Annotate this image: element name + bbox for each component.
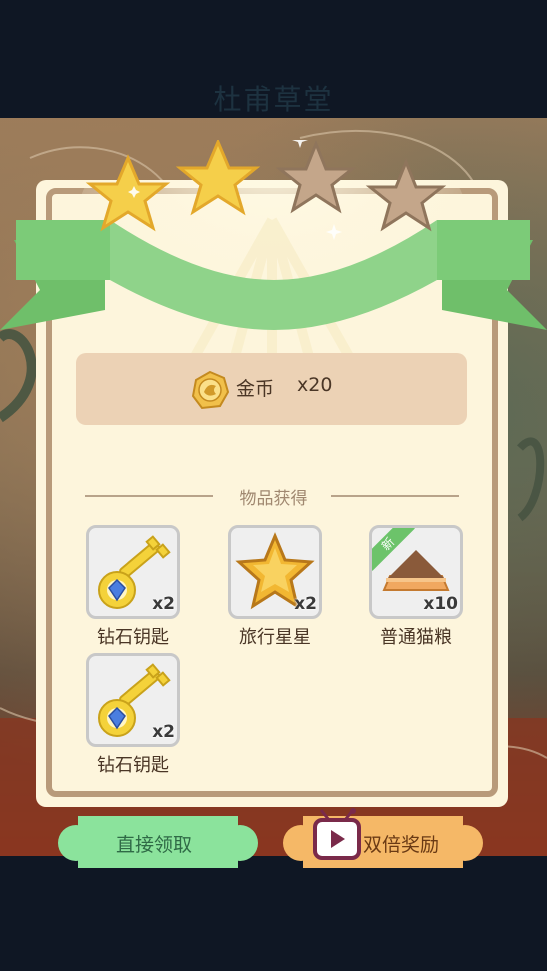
item-slot[interactable]: 新 x10 普通猫粮 bbox=[369, 525, 463, 648]
item-quantity: x10 bbox=[423, 594, 458, 614]
double-reward-button-label: 双倍奖励 bbox=[363, 834, 440, 856]
item-name: 钻石钥匙 bbox=[97, 627, 169, 648]
item-frame: x2 bbox=[86, 525, 180, 619]
item-frame: x2 bbox=[86, 653, 180, 747]
gold-coin-icon bbox=[191, 370, 230, 410]
item-name: 旅行星星 bbox=[239, 627, 311, 648]
item-name: 钻石钥匙 bbox=[97, 755, 169, 776]
tv-ad-icon bbox=[313, 808, 361, 860]
star-empty-icon bbox=[365, 157, 447, 232]
item-quantity: x2 bbox=[152, 594, 175, 614]
star-rating bbox=[85, 140, 447, 240]
location-title: 杜甫草堂 bbox=[213, 83, 334, 116]
star-earned-icon bbox=[175, 140, 261, 216]
item-frame: x2 bbox=[228, 525, 322, 619]
claim-button-label: 直接领取 bbox=[116, 834, 193, 856]
item-name: 普通猫粮 bbox=[380, 627, 452, 648]
item-slot[interactable]: x2 旅行星星 bbox=[228, 525, 322, 648]
claim-button[interactable]: 直接领取 bbox=[58, 816, 258, 870]
star-empty-icon bbox=[275, 140, 357, 214]
coin-label: 金币 bbox=[236, 378, 275, 400]
coin-quantity: x20 bbox=[297, 374, 333, 396]
double-reward-button[interactable]: 双倍奖励 bbox=[283, 808, 483, 870]
item-frame: 新 x10 bbox=[369, 525, 463, 619]
item-quantity: x2 bbox=[152, 722, 175, 742]
item-slot[interactable]: x2 钻石钥匙 bbox=[86, 653, 180, 776]
items-section-title: 物品获得 bbox=[239, 489, 308, 509]
item-slot[interactable]: x2 钻石钥匙 bbox=[86, 525, 180, 648]
star-earned-icon bbox=[85, 154, 171, 232]
item-quantity: x2 bbox=[294, 594, 317, 614]
